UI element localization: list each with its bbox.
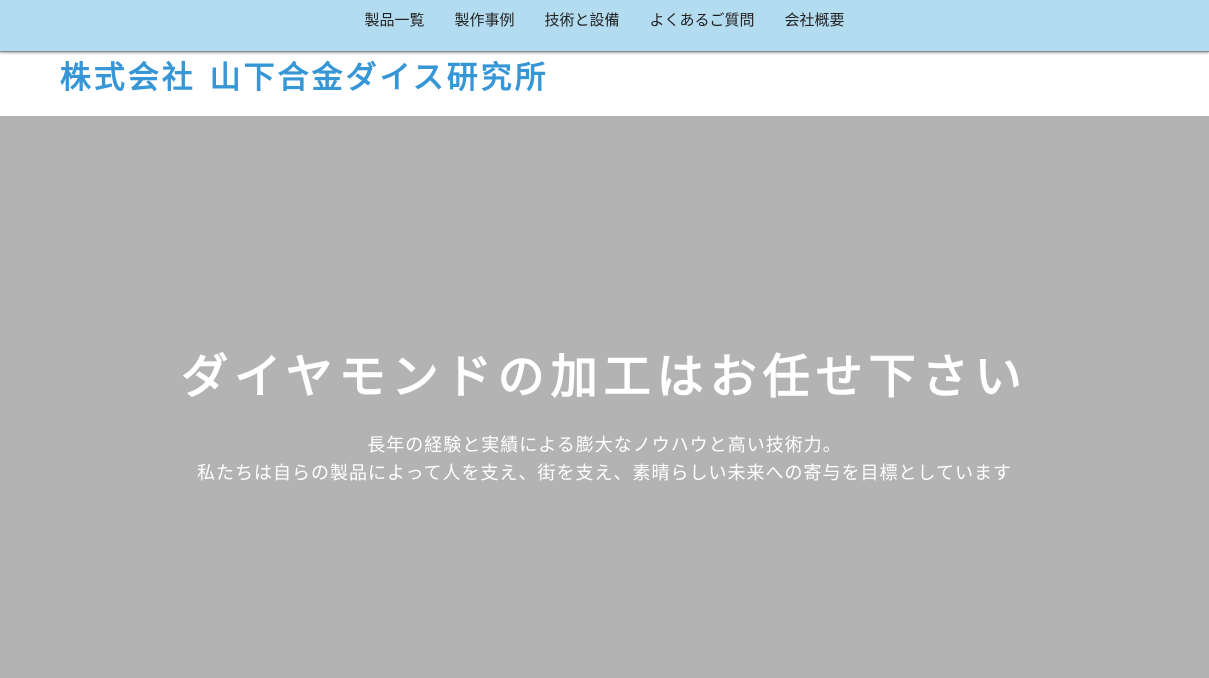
company-logo-text[interactable]: 株式会社 山下合金ダイス研究所 [60,56,549,100]
nav-item-company-profile[interactable]: 会社概要 [770,0,860,40]
nav-item-case-studies[interactable]: 製作事例 [439,0,529,40]
nav-item-products[interactable]: 製品一覧 [349,0,439,40]
header-brand-bar: 株式会社 山下合金ダイス研究所 [0,52,1209,116]
top-navigation: 製品一覧 製作事例 技術と設備 よくあるご質問 会社概要 [0,0,1209,52]
hero-description: 長年の経験と実績による膨大なノウハウと高い技術力。 私たちは自らの製品によって人… [0,432,1209,488]
nav-item-technology-equipment[interactable]: 技術と設備 [529,0,634,40]
hero-description-line-1: 長年の経験と実績による膨大なノウハウと高い技術力。 [367,435,842,456]
nav-menu: 製品一覧 製作事例 技術と設備 よくあるご質問 会社概要 [0,0,1209,40]
hero-banner: ダイヤモンドの加工はお任せ下さい 長年の経験と実績による膨大なノウハウと高い技術… [0,116,1209,678]
hero-title: ダイヤモンドの加工はお任せ下さい [181,350,1028,405]
nav-item-faq[interactable]: よくあるご質問 [635,0,770,40]
hero-description-line-2: 私たちは自らの製品によって人を支え、街を支え、素晴らしい未来への寄与を目標として… [196,463,1012,484]
